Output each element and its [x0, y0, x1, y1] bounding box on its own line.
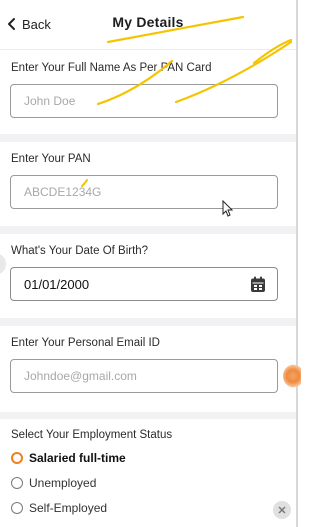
- calendar-icon[interactable]: [250, 276, 266, 293]
- radio-option-salaried[interactable]: Salaried full-time: [11, 449, 126, 467]
- dob-section: What's Your Date Of Birth? 01/01/2000: [0, 234, 296, 318]
- email-section: Enter Your Personal Email ID Johndoe@gma…: [0, 326, 296, 412]
- employment-label: Select Your Employment Status: [11, 429, 173, 441]
- full-name-placeholder: John Doe: [24, 94, 76, 108]
- screen: Back My Details Enter Your Full Name As …: [0, 0, 298, 527]
- radio-unselected-icon[interactable]: [11, 477, 23, 489]
- full-name-input[interactable]: John Doe: [10, 84, 278, 118]
- section-divider: [0, 318, 296, 326]
- radio-label: Unemployed: [29, 476, 97, 490]
- pan-section: Enter Your PAN ABCDE1234G: [0, 142, 296, 226]
- radio-label: Salaried full-time: [29, 451, 126, 465]
- close-button[interactable]: [273, 501, 291, 519]
- pan-label: Enter Your PAN: [11, 153, 91, 165]
- mouse-pointer-icon: [222, 200, 234, 217]
- email-input[interactable]: Johndoe@gmail.com: [10, 359, 278, 393]
- pan-input[interactable]: ABCDE1234G: [10, 175, 278, 209]
- email-label: Enter Your Personal Email ID: [11, 337, 160, 349]
- pan-placeholder: ABCDE1234G: [24, 185, 102, 199]
- close-icon: [278, 506, 286, 514]
- radio-option-unemployed[interactable]: Unemployed: [11, 474, 96, 492]
- page-title: My Details: [112, 14, 184, 30]
- radio-label: Self-Employed: [29, 501, 108, 515]
- full-name-label: Enter Your Full Name As Per PAN Card: [11, 62, 212, 74]
- employment-section: Select Your Employment Status Salaried f…: [0, 419, 296, 527]
- section-divider: [0, 226, 296, 234]
- section-divider: [0, 412, 296, 419]
- floating-orange-indicator[interactable]: [283, 364, 301, 388]
- email-placeholder: Johndoe@gmail.com: [24, 369, 137, 383]
- dob-label: What's Your Date Of Birth?: [11, 245, 149, 257]
- dob-input[interactable]: 01/01/2000: [10, 267, 278, 301]
- dob-value: 01/01/2000: [24, 277, 90, 292]
- section-divider: [0, 134, 296, 142]
- radio-option-self-employed[interactable]: Self-Employed: [11, 499, 107, 517]
- radio-selected-icon[interactable]: [11, 452, 23, 464]
- full-name-section: Enter Your Full Name As Per PAN Card Joh…: [0, 50, 296, 134]
- app-header: Back My Details: [0, 0, 296, 50]
- radio-unselected-icon[interactable]: [11, 502, 23, 514]
